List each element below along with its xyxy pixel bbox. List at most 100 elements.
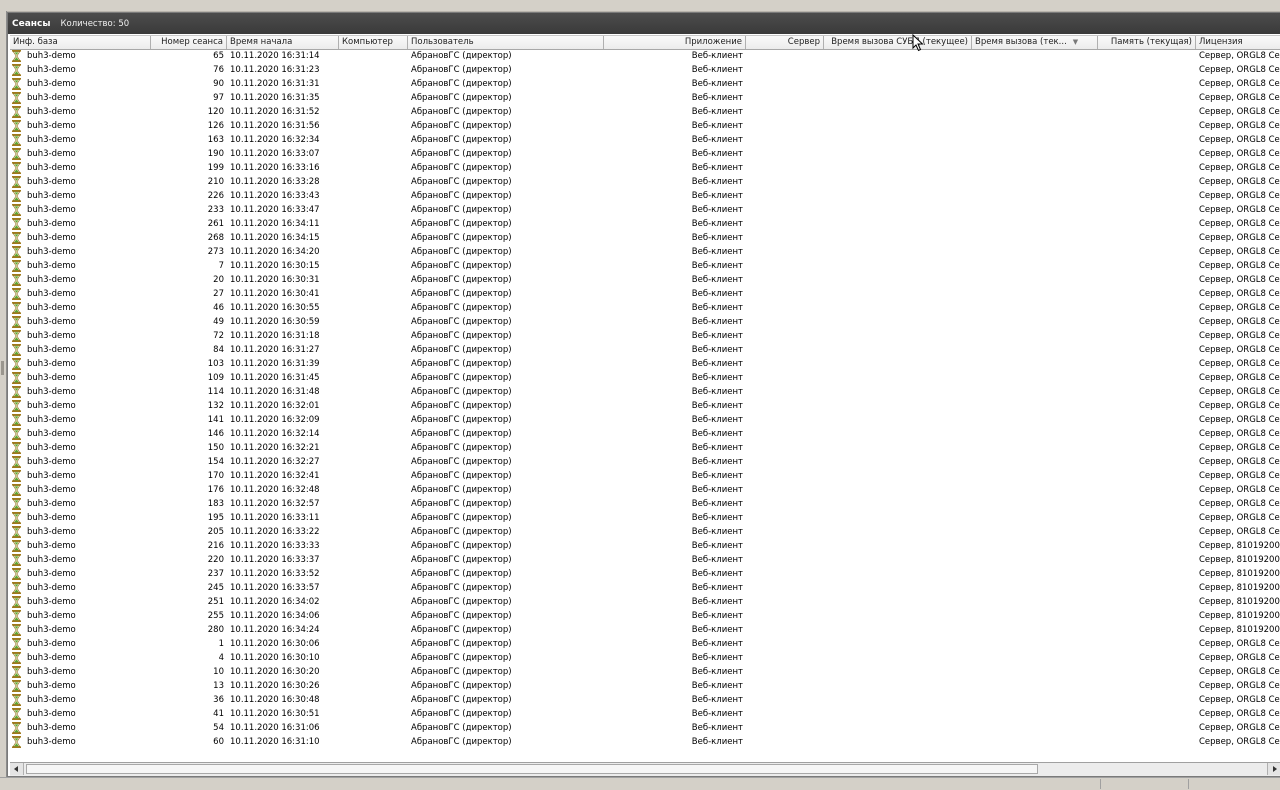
table-row[interactable]: buh3-demo 176 10.11.2020 16:32:48 АбрановГС… [10,483,1280,497]
column-header-infobase[interactable]: Инф. база [10,36,151,49]
table-row[interactable]: buh3-demo 233 10.11.2020 16:33:47 АбрановГС… [10,203,1280,217]
column-header-server[interactable]: Сервер [746,36,824,49]
column-header-session-number[interactable]: Номер сеанса [151,36,227,49]
cell-license: Сервер, ORGL8 Сет [1199,121,1280,131]
table-row[interactable]: buh3-demo 237 10.11.2020 16:33:52 АбрановГС… [10,567,1280,581]
cell-application: Веб-клиент [691,429,743,439]
table-row[interactable]: buh3-demo 163 10.11.2020 16:32:34 АбрановГС… [10,133,1280,147]
table-row[interactable]: buh3-demo 120 10.11.2020 16:31:52 АбрановГС… [10,105,1280,119]
table-row[interactable]: buh3-demo 7 10.11.2020 16:30:15 АбрановГС (… [10,259,1280,273]
table-row[interactable]: buh3-demo 54 10.11.2020 16:31:06 АбрановГС … [10,721,1280,735]
table-row[interactable]: buh3-demo 199 10.11.2020 16:33:16 АбрановГС… [10,161,1280,175]
table-row[interactable]: buh3-demo 72 10.11.2020 16:31:18 АбрановГС … [10,329,1280,343]
cell-application: Веб-клиент [691,51,743,61]
hourglass-icon [12,526,21,538]
table-row[interactable]: buh3-demo 141 10.11.2020 16:32:09 АбрановГС… [10,413,1280,427]
cell-session-number: 163 [207,135,224,145]
cell-infobase: buh3-demo [27,135,76,145]
table-row[interactable]: buh3-demo 114 10.11.2020 16:31:48 АбрановГС… [10,385,1280,399]
table-row[interactable]: buh3-demo 1 10.11.2020 16:30:06 АбрановГС (… [10,637,1280,651]
table-row[interactable]: buh3-demo 146 10.11.2020 16:32:14 АбрановГС… [10,427,1280,441]
table-row[interactable]: buh3-demo 97 10.11.2020 16:31:35 АбрановГС … [10,91,1280,105]
table-row[interactable]: buh3-demo 268 10.11.2020 16:34:15 АбрановГС… [10,231,1280,245]
table-row[interactable]: buh3-demo 13 10.11.2020 16:30:26 АбрановГС … [10,679,1280,693]
cell-infobase: buh3-demo [27,163,76,173]
column-header-user[interactable]: Пользователь [408,36,604,49]
cell-session-number: 226 [207,191,224,201]
cell-session-number: 109 [207,373,224,383]
table-row[interactable]: buh3-demo 27 10.11.2020 16:30:41 АбрановГС … [10,287,1280,301]
table-row[interactable]: buh3-demo 210 10.11.2020 16:33:28 АбрановГС… [10,175,1280,189]
cell-start-time: 10.11.2020 16:32:09 [230,415,320,425]
table-row[interactable]: buh3-demo 251 10.11.2020 16:34:02 АбрановГС… [10,595,1280,609]
scrollbar-thumb[interactable] [26,764,1038,774]
column-header-memory[interactable]: Память (текущая) [1098,36,1196,49]
table-row[interactable]: buh3-demo 255 10.11.2020 16:34:06 АбрановГС… [10,609,1280,623]
table-row[interactable]: buh3-demo 195 10.11.2020 16:33:11 АбрановГС… [10,511,1280,525]
hourglass-icon [12,358,21,370]
left-splitter[interactable] [0,11,7,777]
column-header-start-time[interactable]: Время начала [227,36,339,49]
horizontal-scrollbar[interactable] [10,762,1280,776]
cell-application: Веб-клиент [691,93,743,103]
table-row[interactable]: buh3-demo 261 10.11.2020 16:34:11 АбрановГС… [10,217,1280,231]
table-row[interactable]: buh3-demo 170 10.11.2020 16:32:41 АбрановГС… [10,469,1280,483]
table-row[interactable]: buh3-demo 10 10.11.2020 16:30:20 АбрановГС … [10,665,1280,679]
cell-start-time: 10.11.2020 16:32:48 [230,485,320,495]
table-row[interactable]: buh3-demo 60 10.11.2020 16:31:10 АбрановГС … [10,735,1280,749]
cell-application: Веб-клиент [691,107,743,117]
splitter-grip[interactable] [1,361,4,375]
cell-license: Сервер, ORGL8 Сет [1199,247,1280,257]
cell-session-number: 84 [213,345,224,355]
cell-infobase: buh3-demo [27,695,76,705]
table-row[interactable]: buh3-demo 190 10.11.2020 16:33:07 АбрановГС… [10,147,1280,161]
table-row[interactable]: buh3-demo 49 10.11.2020 16:30:59 АбрановГС … [10,315,1280,329]
table-row[interactable]: buh3-demo 150 10.11.2020 16:32:21 АбрановГС… [10,441,1280,455]
hourglass-icon [12,736,21,748]
cell-infobase: buh3-demo [27,233,76,243]
table-row[interactable]: buh3-demo 103 10.11.2020 16:31:39 АбрановГС… [10,357,1280,371]
cell-infobase: buh3-demo [27,723,76,733]
cell-application: Веб-клиент [691,233,743,243]
table-row[interactable]: buh3-demo 216 10.11.2020 16:33:33 АбрановГС… [10,539,1280,553]
table-row[interactable]: buh3-demo 41 10.11.2020 16:30:51 АбрановГС … [10,707,1280,721]
cell-session-number: 120 [207,107,224,117]
cell-application: Веб-клиент [691,219,743,229]
table-row[interactable]: buh3-demo 280 10.11.2020 16:34:24 АбрановГС… [10,623,1280,637]
table-row[interactable]: buh3-demo 220 10.11.2020 16:33:37 АбрановГС… [10,553,1280,567]
table-row[interactable]: buh3-demo 36 10.11.2020 16:30:48 АбрановГС … [10,693,1280,707]
table-row[interactable]: buh3-demo 76 10.11.2020 16:31:23 АбрановГС … [10,63,1280,77]
cell-infobase: buh3-demo [27,373,76,383]
column-header-call-time[interactable]: Время вызова (тек... ▼ [972,36,1098,49]
cell-session-number: 176 [207,485,224,495]
table-row[interactable]: buh3-demo 132 10.11.2020 16:32:01 АбрановГС… [10,399,1280,413]
cell-application: Веб-клиент [691,149,743,159]
column-header-license[interactable]: Лицензия [1196,36,1280,49]
table-row[interactable]: buh3-demo 90 10.11.2020 16:31:31 АбрановГС … [10,77,1280,91]
table-row[interactable]: buh3-demo 65 10.11.2020 16:31:14 АбрановГС … [10,49,1280,63]
table-row[interactable]: buh3-demo 273 10.11.2020 16:34:20 АбрановГС… [10,245,1280,259]
scroll-left-button[interactable] [10,763,24,775]
column-header-dbms-call-time[interactable]: Время вызова СУБД (текущее) [824,36,972,49]
table-row[interactable]: buh3-demo 154 10.11.2020 16:32:27 АбрановГС… [10,455,1280,469]
table-row[interactable]: buh3-demo 109 10.11.2020 16:31:45 АбрановГС… [10,371,1280,385]
cell-user: АбрановГС (директор) [411,247,512,257]
table-row[interactable]: buh3-demo 226 10.11.2020 16:33:43 АбрановГС… [10,189,1280,203]
table-row[interactable]: buh3-demo 205 10.11.2020 16:33:22 АбрановГС… [10,525,1280,539]
status-segment [1100,779,1101,789]
column-header-application[interactable]: Приложение [604,36,746,49]
table-row[interactable]: buh3-demo 4 10.11.2020 16:30:10 АбрановГС (… [10,651,1280,665]
cell-user: АбрановГС (директор) [411,345,512,355]
table-row[interactable]: buh3-demo 183 10.11.2020 16:32:57 АбрановГС… [10,497,1280,511]
table-row[interactable]: buh3-demo 20 10.11.2020 16:30:31 АбрановГС … [10,273,1280,287]
cell-session-number: 36 [213,695,224,705]
column-header-computer[interactable]: Компьютер [339,36,408,49]
cell-license: Сервер, ORGL8 Сет [1199,79,1280,89]
table-row[interactable]: buh3-demo 126 10.11.2020 16:31:56 АбрановГС… [10,119,1280,133]
table-row[interactable]: buh3-demo 46 10.11.2020 16:30:55 АбрановГС … [10,301,1280,315]
table-row[interactable]: buh3-demo 84 10.11.2020 16:31:27 АбрановГС … [10,343,1280,357]
hourglass-icon [12,498,21,510]
scroll-right-button[interactable] [1267,763,1280,775]
table-row[interactable]: buh3-demo 245 10.11.2020 16:33:57 АбрановГС… [10,581,1280,595]
cell-user: АбрановГС (директор) [411,443,512,453]
